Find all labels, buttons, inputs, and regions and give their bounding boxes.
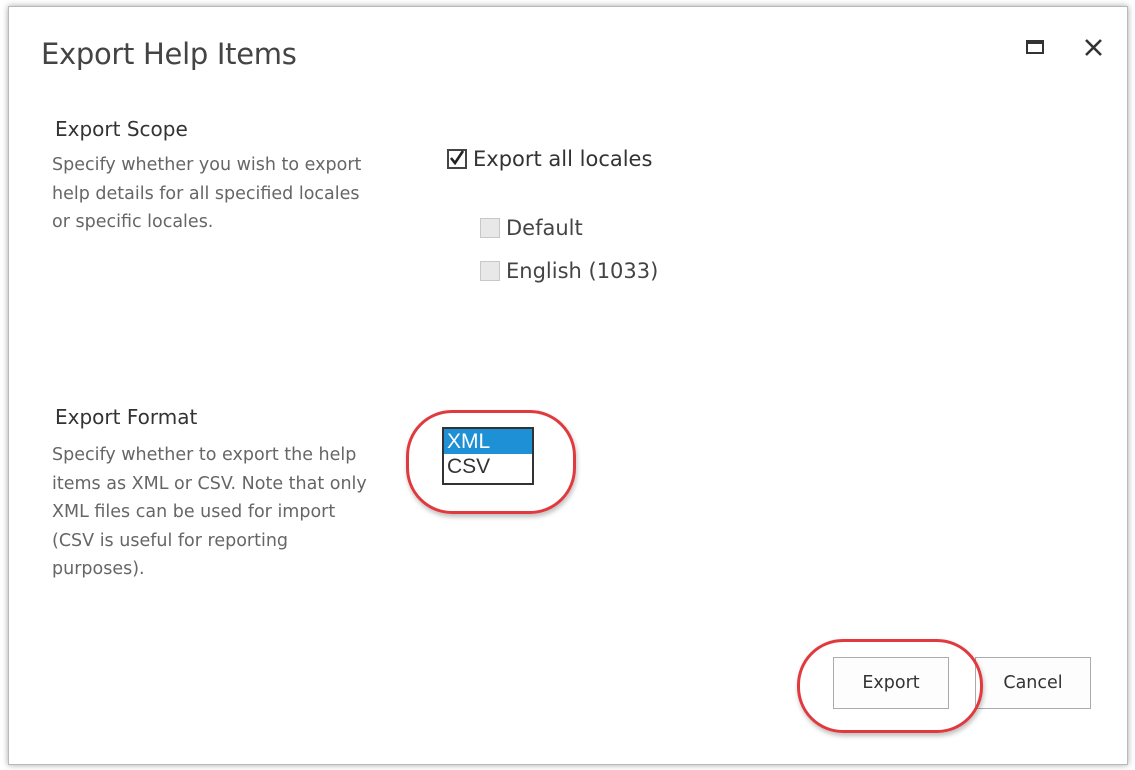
export-scope-heading: Export Scope [55,117,188,141]
locale-default-checkbox[interactable] [480,218,500,238]
locale-english-checkbox[interactable] [480,261,500,281]
close-icon [1085,39,1102,56]
export-all-locales-label: Export all locales [473,147,653,171]
maximize-icon [1026,40,1044,54]
export-format-listbox[interactable]: XML CSV [442,427,534,485]
close-button[interactable] [1081,35,1107,61]
format-option-csv[interactable]: CSV [444,454,532,479]
export-scope-description: Specify whether you wish to export help … [52,155,362,232]
locale-english-label: English (1033) [506,259,659,283]
locale-option-english[interactable]: English (1033) [480,259,658,283]
maximize-button[interactable] [1023,35,1049,61]
export-button[interactable]: Export [833,657,949,709]
export-format-description: Specify whether to export the help items… [52,445,367,579]
format-option-xml[interactable]: XML [444,429,532,454]
locale-option-default[interactable]: Default [480,216,583,240]
cancel-button[interactable]: Cancel [975,657,1091,709]
export-help-items-dialog: Export Help Items Export Scope Specify w… [8,6,1128,765]
export-all-locales-checkbox[interactable] [447,149,467,169]
locale-default-label: Default [506,216,583,240]
dialog-title: Export Help Items [41,37,297,71]
checkmark-icon [449,150,465,166]
export-all-locales-option[interactable]: Export all locales [447,147,652,171]
export-format-heading: Export Format [55,405,198,429]
